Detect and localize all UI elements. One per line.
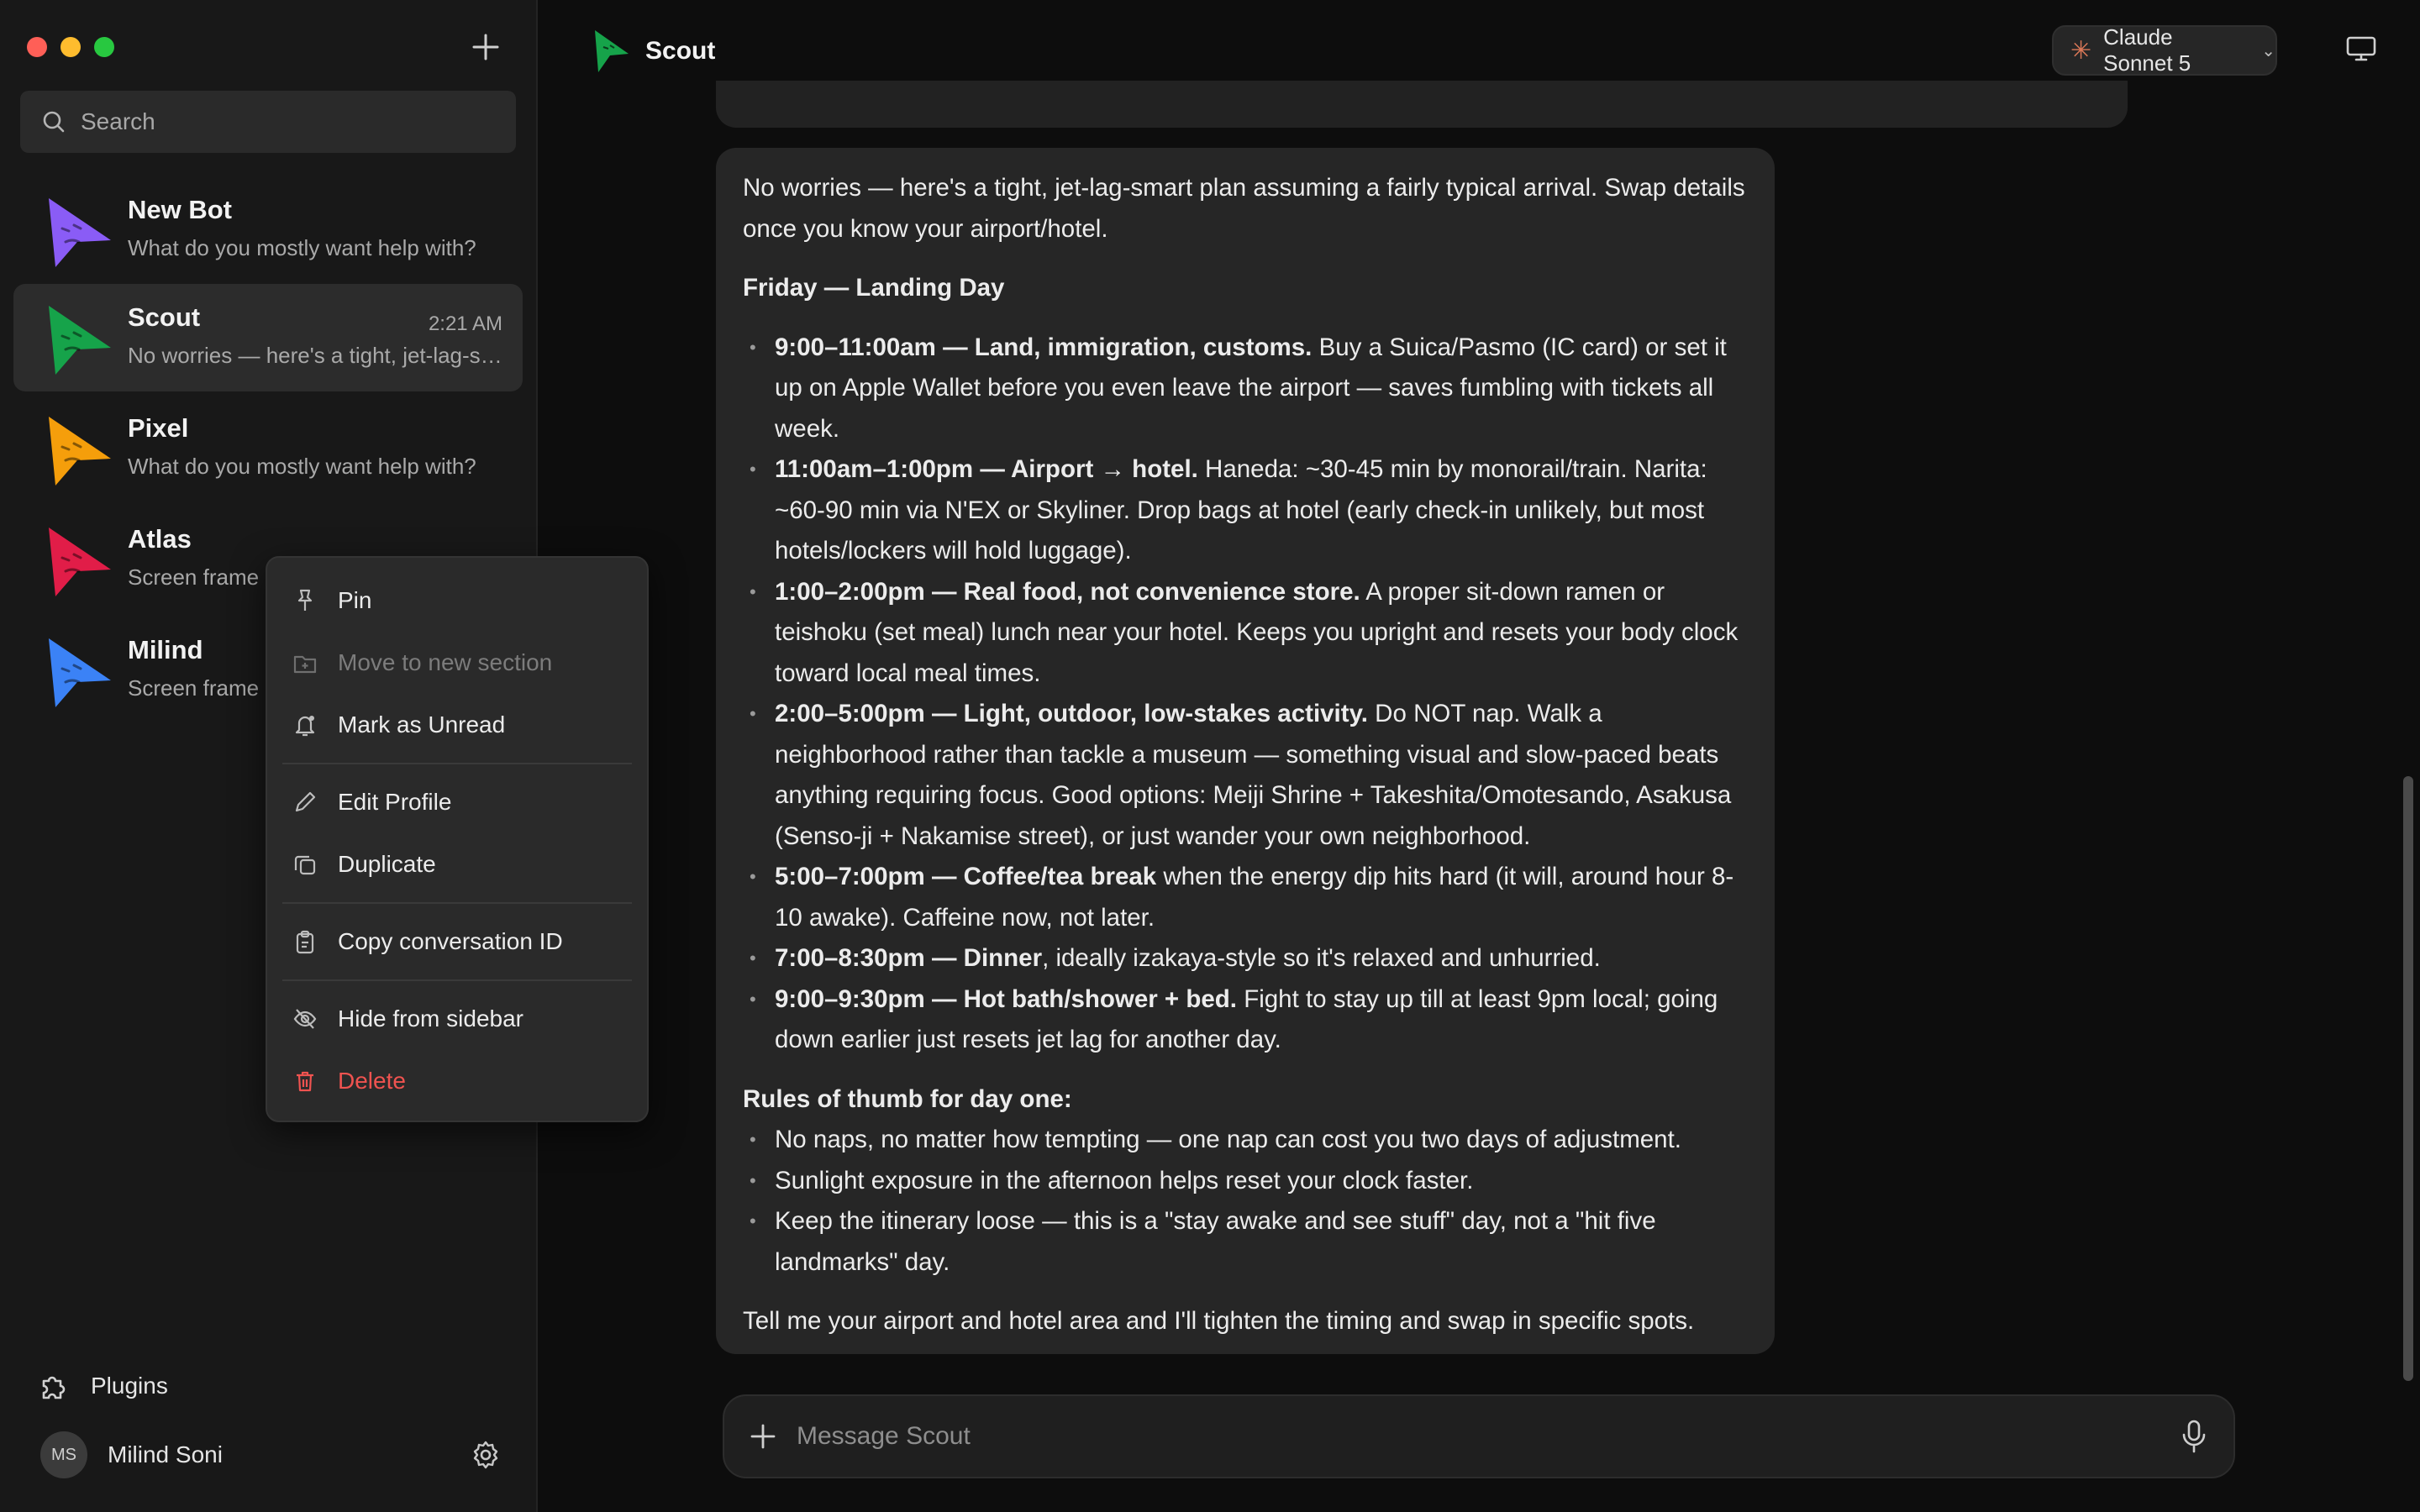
clipboard-icon [296, 930, 314, 954]
message-intro: No worries — here's a tight, jet-lag-sma… [743, 174, 1745, 243]
previous-message [716, 81, 2128, 128]
conversation-name: Scout [128, 302, 201, 332]
bot-avatar-icon [49, 417, 111, 486]
schedule-item: 9:00–9:30pm — Hot bath/shower + bed. Fig… [743, 979, 1748, 1061]
composer [723, 1394, 2235, 1478]
trash-icon [297, 1071, 313, 1092]
user-name: Milind Soni [108, 1441, 223, 1467]
schedule-time: 9:00–9:30pm — Hot bath/shower + bed. [775, 984, 1237, 1013]
schedule-item: 1:00–2:00pm — Real food, not convenience… [743, 572, 1748, 695]
message-heading: Friday — Landing Day [743, 274, 1005, 302]
schedule-item: 7:00–8:30pm — Dinner, ideally izakaya-st… [743, 938, 1748, 979]
plugins-label: Plugins [91, 1373, 168, 1399]
eye-off-icon [293, 1009, 317, 1029]
schedule-item: 9:00–11:00am — Land, immigration, custom… [743, 328, 1748, 450]
chat-title: Scout [645, 37, 716, 65]
rules-list: No naps, no matter how tempting — one na… [743, 1120, 1748, 1283]
pin-icon [297, 589, 313, 611]
menu-item-label: Edit Profile [338, 789, 452, 815]
close-window-button[interactable] [27, 37, 47, 57]
schedule-item: 2:00–5:00pm — Light, outdoor, low-stakes… [743, 694, 1748, 857]
avatar: MS [40, 1431, 87, 1478]
rules-heading: Rules of thumb for day one: [743, 1084, 1072, 1113]
rule-item: Sunlight exposure in the afternoon helps… [743, 1161, 1748, 1202]
pencil-icon [295, 791, 316, 812]
sparkle-icon: ✳ [2070, 36, 2092, 65]
chevron-down-icon: ⌄ [2261, 41, 2275, 60]
monitor-icon[interactable] [2346, 35, 2376, 62]
schedule-time: 1:00–2:00pm — Real food, not convenience… [775, 577, 1360, 606]
puzzle-icon [42, 1376, 66, 1399]
maximize-window-button[interactable] [94, 37, 114, 57]
conversation-name: Milind [128, 635, 203, 664]
conversation-preview: What do you mostly want help with? [128, 235, 476, 260]
menu-item-label: Hide from sidebar [338, 1005, 523, 1032]
menu-item-delete[interactable]: Delete [267, 1050, 647, 1112]
conversation-name: Pixel [128, 413, 189, 443]
scrollbar[interactable] [2403, 776, 2413, 1381]
menu-item-pin[interactable]: Pin [267, 570, 647, 632]
menu-item-move-to-new-section: Move to new section [267, 632, 647, 694]
menu-item-label: Mark as Unread [338, 711, 506, 738]
scout-logo-icon [595, 30, 629, 72]
gear-icon[interactable] [471, 1440, 501, 1470]
copy-icon [294, 855, 316, 875]
conversation-time: 2:21 AM [428, 312, 502, 335]
menu-item-label: Move to new section [338, 649, 553, 675]
rule-item: Keep the itinerary loose — this is a "st… [743, 1201, 1748, 1283]
menu-item-mark-as-unread[interactable]: Mark as Unread [267, 694, 647, 756]
menu-item-hide-from-sidebar[interactable]: Hide from sidebar [267, 988, 647, 1050]
search-icon [43, 111, 65, 133]
menu-item-label: Duplicate [338, 851, 436, 877]
schedule-item: 11:00am–1:00pm — Airport → hotel. Haneda… [743, 449, 1748, 572]
schedule-item: 5:00–7:00pm — Coffee/tea break when the … [743, 857, 1748, 938]
user-profile[interactable]: MS Milind Soni [40, 1431, 223, 1478]
menu-item-edit-profile[interactable]: Edit Profile [267, 771, 647, 833]
schedule-list: 9:00–11:00am — Land, immigration, custom… [743, 328, 1748, 1061]
menu-item-label: Copy conversation ID [338, 928, 563, 954]
conversation-item[interactable]: Pixel What do you mostly want help with? [13, 395, 523, 502]
conversation-name: New Bot [128, 195, 232, 224]
bot-avatar-icon [49, 198, 111, 267]
folder-plus-icon [293, 655, 317, 674]
plus-icon[interactable] [750, 1423, 776, 1450]
minimize-window-button[interactable] [60, 37, 81, 57]
conversation-name: Atlas [128, 524, 192, 554]
menu-item-duplicate[interactable]: Duplicate [267, 833, 647, 895]
conversation-preview: What do you mostly want help with? [128, 454, 476, 479]
bot-avatar-icon [49, 306, 111, 375]
conversation-item[interactable]: Scout No worries — here's a tight, jet-la… [13, 284, 523, 391]
bell-icon [295, 716, 315, 737]
menu-item-label: Pin [338, 587, 372, 613]
bot-avatar-icon [49, 528, 111, 596]
schedule-text: , ideally izakaya-style so it's relaxed … [1042, 944, 1601, 972]
assistant-message: No worries — here's a tight, jet-lag-sma… [716, 148, 1775, 1354]
microphone-icon[interactable] [2180, 1420, 2208, 1453]
message-closing: Tell me your airport and hotel area and … [743, 1307, 1695, 1335]
model-name: Claude Sonnet 5 [2103, 24, 2191, 76]
schedule-time: 5:00–7:00pm — Coffee/tea break [775, 863, 1157, 890]
menu-item-label: Delete [338, 1068, 406, 1094]
search-box[interactable] [20, 91, 516, 153]
menu-item-copy-conversation-id[interactable]: Copy conversation ID [267, 911, 647, 973]
model-selector[interactable]: ✳ Claude Sonnet 5 ⌄ [2052, 24, 2277, 76]
message-input[interactable] [797, 1422, 2180, 1451]
schedule-time: 11:00am–1:00pm — Airport → hotel. [775, 455, 1198, 483]
menu-separator [282, 902, 632, 904]
search-input[interactable] [81, 108, 484, 135]
conversation-item[interactable]: New Bot What do you mostly want help with… [13, 176, 523, 284]
bot-avatar-icon [49, 638, 111, 707]
conversation-preview: No worries — here's a tight, jet-lag-sma… [128, 343, 514, 368]
plugins-button[interactable]: Plugins [37, 1369, 168, 1403]
plus-icon [472, 34, 499, 60]
context-menu: Pin Move to new section Mark as Unread Edit… [266, 556, 649, 1122]
schedule-time: 7:00–8:30pm — Dinner [775, 944, 1043, 972]
rule-item: No naps, no matter how tempting — one na… [743, 1120, 1748, 1161]
schedule-time: 9:00–11:00am — Land, immigration, custom… [775, 333, 1313, 361]
menu-separator [282, 979, 632, 981]
new-chat-button[interactable] [467, 29, 504, 66]
schedule-time: 2:00–5:00pm — Light, outdoor, low-stakes… [775, 700, 1368, 727]
window-controls [27, 37, 114, 57]
menu-separator [282, 763, 632, 764]
